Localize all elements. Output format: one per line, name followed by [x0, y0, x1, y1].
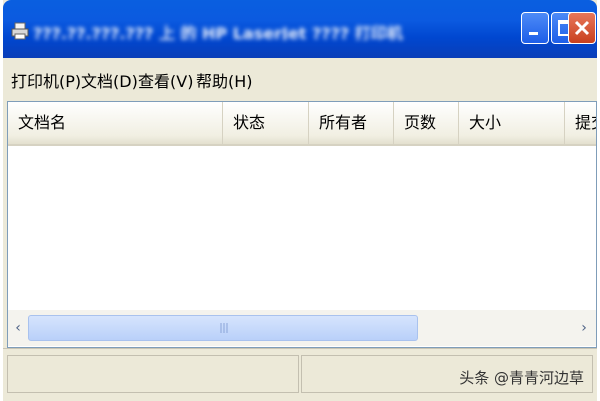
watermark-text: 头条 @青青河边草: [459, 369, 584, 387]
menu-printer[interactable]: 打印机(P): [11, 68, 81, 92]
print-queue-window: ???.??.???.??? 上 的 HP LaserJet ???? 打印机 …: [3, 0, 597, 401]
menu-bar: 打印机(P) 文档(D) 查看(V) 帮助(H): [3, 58, 597, 100]
menu-help[interactable]: 帮助(H): [196, 68, 253, 92]
horizontal-scrollbar[interactable]: ‹ ›: [8, 310, 596, 346]
menu-document[interactable]: 文档(D): [81, 68, 138, 92]
column-submitted[interactable]: 提交: [565, 102, 596, 144]
column-document-name[interactable]: 文档名: [8, 102, 223, 144]
document-list[interactable]: 文档名 状态 所有者 页数 大小 提交 ‹ ›: [7, 101, 597, 348]
title-bar[interactable]: ???.??.???.??? 上 的 HP LaserJet ???? 打印机: [3, 0, 597, 58]
column-status[interactable]: 状态: [223, 102, 309, 144]
status-pane-main: [7, 355, 299, 393]
column-pages[interactable]: 页数: [394, 102, 459, 144]
grip-icon: [220, 323, 228, 333]
scroll-right-icon[interactable]: ›: [574, 316, 594, 340]
scroll-left-icon[interactable]: ‹: [8, 316, 28, 340]
column-owner[interactable]: 所有者: [309, 102, 394, 144]
close-icon: [574, 20, 590, 36]
window-title: ???.??.???.??? 上 的 HP LaserJet ???? 打印机: [33, 24, 403, 40]
minimize-button[interactable]: [521, 12, 549, 44]
menu-view[interactable]: 查看(V): [138, 68, 193, 92]
close-button[interactable]: [568, 12, 596, 44]
column-size[interactable]: 大小: [459, 102, 565, 144]
minimize-icon: [529, 32, 538, 35]
column-header: 文档名 状态 所有者 页数 大小 提交: [8, 102, 596, 146]
scrollbar-thumb[interactable]: [28, 315, 418, 341]
printer-icon: [11, 22, 29, 40]
